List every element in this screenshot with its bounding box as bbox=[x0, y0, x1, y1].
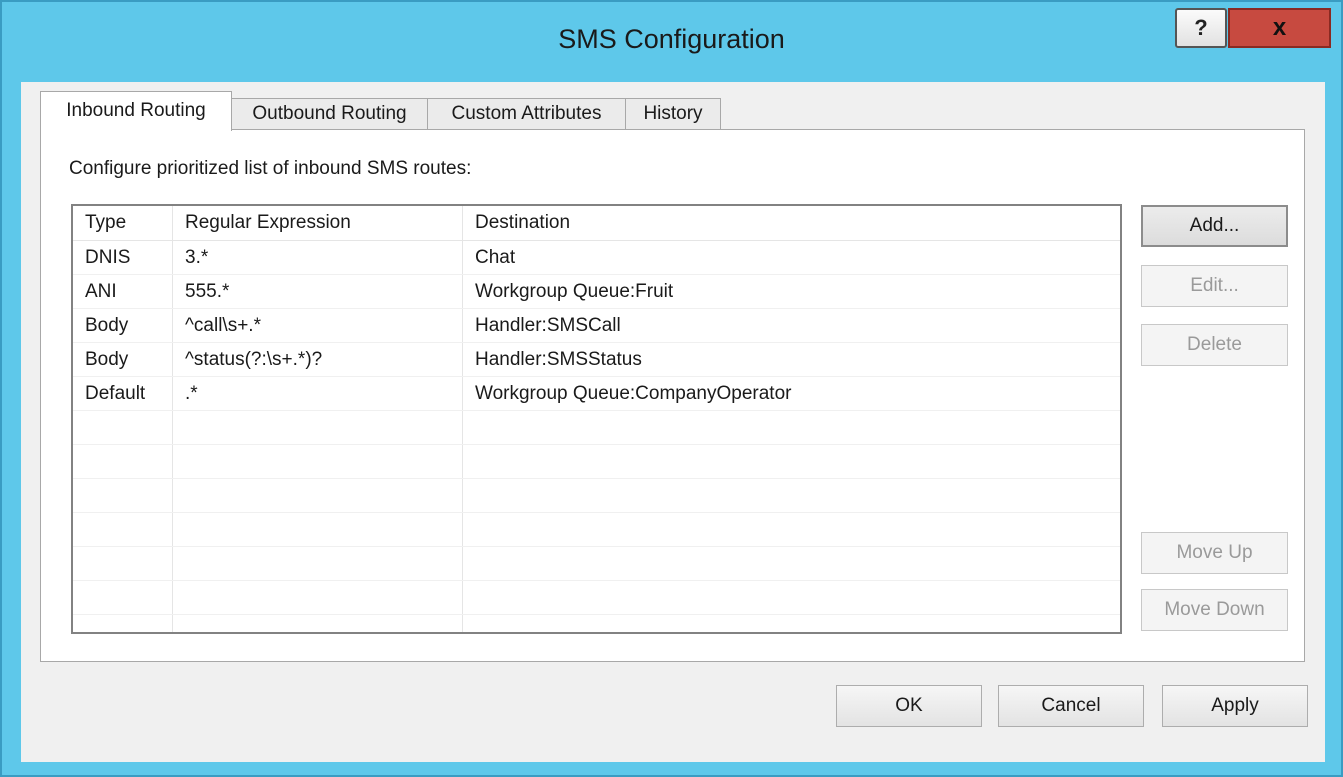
ok-button[interactable]: OK bbox=[836, 685, 982, 727]
row-gridline bbox=[73, 512, 1120, 513]
route-regex-cell: .* bbox=[185, 383, 198, 404]
column-header-type[interactable]: Type bbox=[73, 206, 173, 240]
route-row[interactable]: Body ^call\s+.* Handler:SMSCall bbox=[73, 309, 1120, 343]
route-destination-cell: Handler:SMSStatus bbox=[475, 349, 642, 370]
tab-custom-attributes[interactable]: Custom Attributes bbox=[427, 98, 626, 129]
route-type-cell: ANI bbox=[85, 281, 117, 302]
column-header-destination[interactable]: Destination bbox=[463, 206, 1120, 240]
route-regex-cell: 555.* bbox=[185, 281, 230, 302]
row-gridline bbox=[73, 580, 1120, 581]
row-gridline bbox=[73, 546, 1120, 547]
delete-button[interactable]: Delete bbox=[1141, 324, 1288, 366]
add-button[interactable]: Add... bbox=[1141, 205, 1288, 247]
route-regex-cell: 3.* bbox=[185, 247, 209, 268]
tab-outbound-routing[interactable]: Outbound Routing bbox=[231, 98, 428, 129]
tab-inbound-routing[interactable]: Inbound Routing bbox=[40, 91, 232, 131]
route-row[interactable]: Default .* Workgroup Queue:CompanyOperat… bbox=[73, 377, 1120, 411]
column-header-regular-expression[interactable]: Regular Expression bbox=[173, 206, 463, 240]
route-destination-cell: Chat bbox=[475, 247, 516, 268]
apply-button[interactable]: Apply bbox=[1162, 685, 1308, 727]
route-type-cell: Body bbox=[85, 349, 129, 370]
row-gridline bbox=[73, 444, 1120, 445]
route-row[interactable]: Body ^status(?:\s+.*)? Handler:SMSStatus bbox=[73, 343, 1120, 377]
dialog-client-area: Inbound Routing Outbound Routing Custom … bbox=[21, 82, 1325, 762]
route-row[interactable]: ANI 555.* Workgroup Queue:Fruit bbox=[73, 275, 1120, 309]
window-title: SMS Configuration bbox=[558, 24, 785, 54]
route-regex-cell: ^call\s+.* bbox=[185, 315, 261, 336]
title-bar[interactable]: SMS Configuration ? x bbox=[2, 2, 1341, 82]
route-destination-cell: Workgroup Queue:Fruit bbox=[475, 281, 674, 302]
column-divider bbox=[1120, 206, 1121, 632]
routes-list[interactable]: Type Regular Expression Destination DNIS… bbox=[71, 204, 1122, 634]
route-type-cell: Default bbox=[85, 383, 146, 404]
tab-history[interactable]: History bbox=[625, 98, 721, 129]
route-regex-cell: ^status(?:\s+.*)? bbox=[185, 349, 323, 370]
route-type-cell: Body bbox=[85, 315, 129, 336]
route-row[interactable]: DNIS 3.* Chat bbox=[73, 241, 1120, 275]
edit-button[interactable]: Edit... bbox=[1141, 265, 1288, 307]
move-up-button[interactable]: Move Up bbox=[1141, 532, 1288, 574]
inbound-routing-panel: Configure prioritized list of inbound SM… bbox=[40, 129, 1305, 662]
help-button[interactable]: ? bbox=[1175, 8, 1227, 48]
cancel-button[interactable]: Cancel bbox=[998, 685, 1144, 727]
routes-list-header: Type Regular Expression Destination bbox=[73, 206, 1120, 241]
close-button[interactable]: x bbox=[1228, 8, 1331, 48]
row-gridline bbox=[73, 478, 1120, 479]
route-type-cell: DNIS bbox=[85, 247, 131, 268]
row-gridline bbox=[73, 614, 1120, 615]
route-destination-cell: Workgroup Queue:CompanyOperator bbox=[475, 383, 792, 404]
dialog-window: SMS Configuration ? x Inbound Routing Ou… bbox=[0, 0, 1343, 777]
route-destination-cell: Handler:SMSCall bbox=[475, 315, 621, 336]
move-down-button[interactable]: Move Down bbox=[1141, 589, 1288, 631]
panel-instruction: Configure prioritized list of inbound SM… bbox=[69, 158, 472, 179]
